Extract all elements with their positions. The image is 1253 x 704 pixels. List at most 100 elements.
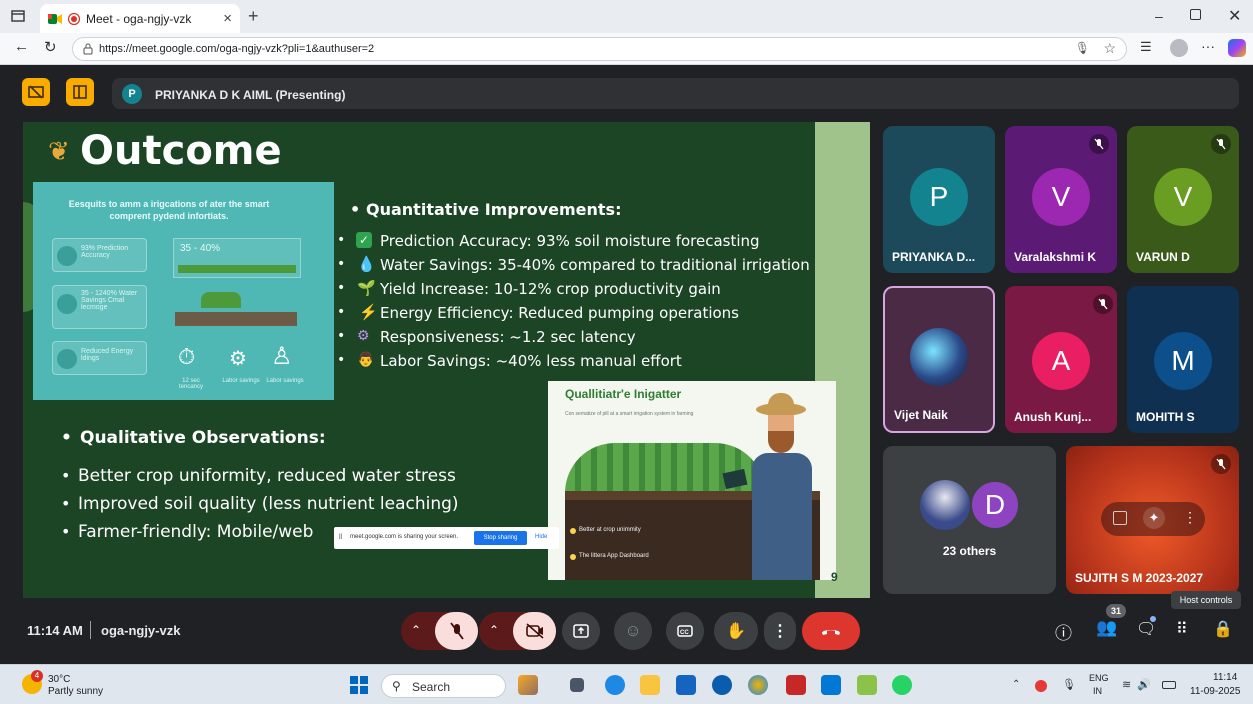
language-primary[interactable]: ENG [1089,673,1109,683]
info-bottom-label-3: Labor savings [266,378,304,384]
show-hidden-icons-icon[interactable]: ⌃ [1012,679,1020,690]
present-button[interactable] [562,612,600,650]
participant-tile[interactable]: A Anush Kunj... [1005,286,1117,433]
emoji-reaction-icon[interactable]: ☺ [614,612,652,650]
edge-icon[interactable] [605,675,625,695]
refresh-icon[interactable]: ↻ [44,38,57,56]
others-label: 23 others [942,544,997,558]
tab-meet[interactable]: Meet - oga-ngjy-vzk × [40,4,240,33]
participant-avatar: V [1154,168,1212,226]
mic-options-chevron-icon[interactable]: ⌃ [411,623,421,637]
farmer-card-title: Quallitiatr'e Inigatter [565,387,682,401]
new-tab-button[interactable]: + [248,6,259,27]
mic-toggle-button[interactable] [435,612,478,650]
wheat-icon: ❦ [48,136,70,166]
qual-item: Better crop uniformity, reduced water st… [78,466,456,486]
favorite-star-icon[interactable]: ☆ [1103,40,1116,57]
participant-tile[interactable]: M MOHITH S [1127,286,1239,433]
layout-icon[interactable] [66,78,94,106]
start-icon[interactable] [350,676,368,699]
weather-temp: 30°C [48,674,71,685]
store-icon[interactable] [676,675,696,695]
favorites-icon[interactable]: ☰ [1140,39,1152,55]
tool-icon: ⚙ [229,348,247,370]
participant-tile[interactable]: P PRIYANKA D... [883,126,995,273]
leave-call-button[interactable] [802,612,860,650]
clock-time[interactable]: 11:14 [1213,672,1237,683]
stop-sharing-button[interactable]: Stop sharing [474,531,527,545]
more-options-icon[interactable]: ··· [1201,38,1215,54]
farmer-beard [768,431,794,453]
chrome-icon[interactable] [748,675,768,695]
captions-button[interactable]: CC [666,612,704,650]
others-avatar-photo [920,480,970,530]
tray-app-icon[interactable] [1035,680,1047,692]
participant-tile[interactable]: Vijet Naik [883,286,995,433]
info-card-energy: Reduced Energy ldings [52,341,147,375]
quant-item: Energy Efficiency: Reduced pumping opera… [380,304,739,322]
tab-actions-icon[interactable] [10,9,26,23]
host-controls-icon[interactable]: 🔒 [1213,619,1233,639]
others-tile[interactable]: D 23 others [883,446,1056,594]
quant-bullet: • [337,232,346,248]
info-card-accuracy: 93% Prediction Accuracy [52,238,147,272]
camera-options-chevron-icon[interactable]: ⌃ [489,623,499,637]
participant-avatar: V [1032,168,1090,226]
url-bar[interactable]: https://meet.google.com/oga-ngjy-vzk?pli… [72,37,1127,61]
tray-mic-icon[interactable]: 🎙 [1062,678,1076,691]
tab-close-icon[interactable]: × [223,10,232,27]
more-options-icon[interactable]: ⋮ [1183,509,1197,526]
clock-date[interactable]: 11-09-2025 [1190,686,1240,697]
info-accuracy-label: 93% Prediction Accuracy [81,245,129,259]
mcafee-icon[interactable] [786,675,806,695]
copilot-icon[interactable] [1228,39,1246,57]
search-highlight-icon[interactable] [518,675,538,695]
meeting-details-icon[interactable]: ⓘ [1055,619,1072,644]
maximize-icon[interactable] [1190,9,1201,20]
info-range-label: 35 - 40% [180,243,221,254]
sprout-icon: 🌱 [357,280,376,297]
meeting-time: 11:14 AM [27,623,83,638]
participant-tile[interactable]: V Varalakshmi K [1005,126,1117,273]
raise-hand-icon[interactable]: ✋ [714,612,758,650]
presenter-label: PRIYANKA D K AIML (Presenting) [155,88,346,102]
close-window-icon[interactable]: ✕ [1228,6,1241,26]
host-controls-tooltip: Host controls [1171,591,1241,609]
participant-name: MOHITH S [1136,410,1195,424]
profile-avatar[interactable] [1170,39,1188,57]
camera-toggle-button[interactable] [513,612,556,650]
hp-icon[interactable] [712,675,732,695]
drag-handle-icon[interactable]: ll [339,534,342,541]
task-view-icon[interactable] [570,678,584,692]
weather-badge: 4 [31,670,43,682]
slide-page-number: 9 [831,570,838,584]
effects-icon[interactable]: ✦ [1143,507,1165,529]
back-icon[interactable]: ← [14,38,29,55]
more-options-icon[interactable]: ⋮ [764,612,796,650]
chat-icon[interactable]: 🗨 [1136,619,1156,639]
stop-presenting-icon[interactable] [22,78,50,106]
site-info-icon[interactable] [82,43,94,58]
info-accuracy-icon [57,246,77,266]
people-icon[interactable]: 👥 [1096,618,1117,638]
wifi-icon[interactable]: ≋ [1122,678,1131,691]
outlook-icon[interactable] [821,675,841,695]
participant-tile[interactable]: V VARUN D [1127,126,1239,273]
taskbar-search[interactable]: ⚲ Search [381,674,506,698]
whatsapp-icon[interactable] [892,675,912,695]
quant-bullet: • [337,280,346,296]
battery-icon[interactable] [1162,681,1176,689]
photos-icon[interactable] [857,675,877,695]
sharing-banner: ll meet.google.com is sharing your scree… [334,527,559,549]
volume-icon[interactable]: 🔊 [1137,678,1151,691]
hide-button[interactable]: Hide [535,534,547,540]
self-tile[interactable]: ✦ ⋮ SUJITH S M 2023-2027 [1066,446,1239,594]
file-explorer-icon[interactable] [640,675,660,695]
activities-icon[interactable]: ⠿ [1176,619,1188,639]
frame-icon[interactable] [1113,511,1127,525]
divider [90,621,91,639]
mic-in-use-icon[interactable]: 🎙 [1075,41,1090,55]
muted-mic-icon [1093,294,1113,314]
check-icon: ✓ [356,232,372,248]
minimize-icon[interactable]: – [1155,8,1163,24]
